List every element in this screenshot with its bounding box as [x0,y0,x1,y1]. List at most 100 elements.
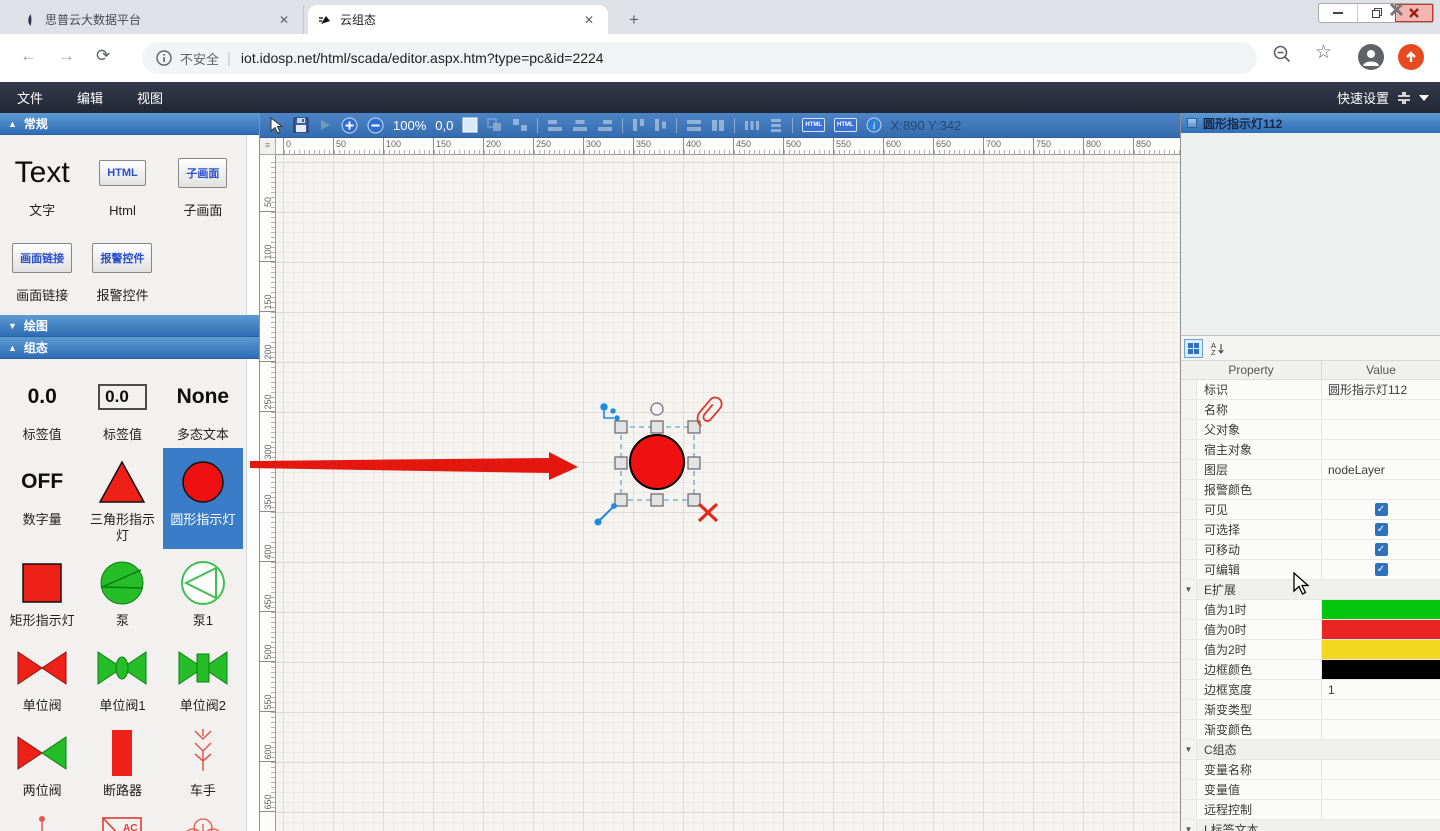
property-value[interactable] [1321,420,1440,439]
html2-icon[interactable]: HTML [834,118,857,132]
align-right-icon[interactable] [597,119,613,132]
ungroup-icon[interactable] [512,118,528,132]
design-canvas[interactable] [276,155,1180,831]
menu-view[interactable]: 视图 [120,88,180,107]
star-icon[interactable]: ☆ [1315,41,1332,64]
checkbox-checked-icon[interactable]: ✓ [1375,563,1388,576]
group-icon[interactable] [487,118,503,132]
menu-file[interactable]: 文件 [0,88,60,107]
back-icon[interactable]: ← [20,46,37,66]
palette-item[interactable]: ACDC逆变器 [82,804,162,831]
checkbox-checked-icon[interactable]: ✓ [1375,543,1388,556]
property-value[interactable] [1321,400,1440,419]
profile-icon[interactable] [1358,44,1384,70]
close-icon[interactable] [1395,4,1433,22]
property-value[interactable]: nodeLayer [1321,460,1440,479]
property-value[interactable]: 1 [1321,680,1440,699]
restore-icon[interactable] [1357,4,1395,22]
forward-icon[interactable]: → [58,46,75,66]
property-value[interactable]: 圆形指示灯112 [1321,380,1440,399]
property-value[interactable] [1321,800,1440,819]
circle-indicator-element[interactable] [630,435,684,489]
align-top-icon[interactable] [632,118,645,132]
tab-dashboard[interactable]: 思普云大数据平台 ✕ [14,5,304,34]
zoom-out-icon[interactable] [367,117,384,134]
property-value[interactable] [1321,700,1440,719]
palette-item[interactable]: 0.0标签值 [2,363,82,448]
play-icon[interactable] [318,118,332,132]
distribute-h-icon[interactable] [744,119,760,132]
property-value[interactable] [1321,660,1440,679]
close-icon[interactable]: ✕ [275,13,293,27]
reload-icon[interactable]: ⟳ [96,46,110,66]
color-swatch[interactable] [1322,640,1440,659]
color-swatch[interactable] [1322,620,1440,639]
palette-item[interactable]: 泵 [82,549,162,634]
minimize-icon[interactable] [1319,4,1357,22]
property-value[interactable]: ✓ [1321,520,1440,539]
property-value[interactable] [1321,600,1440,619]
property-value[interactable] [1321,440,1440,459]
palette-item[interactable]: 泵1 [163,549,243,634]
canvas-icon[interactable] [462,117,478,133]
property-value[interactable] [1321,760,1440,779]
categorized-view-icon[interactable] [1184,339,1203,358]
checkbox-checked-icon[interactable]: ✓ [1375,523,1388,536]
new-tab-button[interactable]: + [622,8,646,32]
paperclip-icon[interactable] [693,395,724,428]
color-swatch[interactable] [1322,660,1440,679]
scale-line-icon[interactable] [595,504,616,525]
palette-item[interactable]: 画面链接画面链接 [2,224,82,309]
palette-item[interactable]: 车手 [163,719,243,804]
palette-item[interactable]: 三角形指示灯 [82,448,162,549]
align-middle-icon[interactable] [654,118,667,132]
close-icon[interactable]: ✕ [580,13,598,27]
property-value[interactable]: ✓ [1321,540,1440,559]
property-value[interactable] [1321,620,1440,639]
palette-item[interactable]: 单位阀1 [82,634,162,719]
zoom-in-icon[interactable] [341,117,358,134]
palette-section-header[interactable]: ▲常规 [0,113,259,135]
palette-item[interactable]: 单位阀 [2,634,82,719]
palette-item[interactable]: 子画面子画面 [163,139,243,224]
palette-item[interactable]: 圆形指示灯 [163,448,243,549]
page-zoom-icon[interactable] [1272,44,1292,64]
palette-item[interactable]: HTMLHtml [82,139,162,224]
palette-item[interactable]: PT [163,804,243,831]
url-field[interactable]: 不安全 | iot.idosp.net/html/scada/editor.as… [142,42,1257,74]
palette-item[interactable]: 刀闸 [2,804,82,831]
palette-item[interactable]: 报警控件报警控件 [82,224,162,309]
tab-scada-editor[interactable]: 云组态 ✕ [308,5,608,34]
palette-section-header[interactable]: ▲组态 [0,337,259,359]
property-value[interactable] [1321,640,1440,659]
property-value[interactable]: ✓ [1321,560,1440,579]
palette-item[interactable]: 单位阀2 [163,634,243,719]
info-icon[interactable]: i [866,117,882,133]
palette-item[interactable]: 矩形指示灯 [2,549,82,634]
delete-x-icon[interactable] [699,504,717,521]
palette-item[interactable]: 0.0标签值 [82,363,162,448]
property-category-row[interactable]: ▼L标签文本 [1181,820,1440,831]
palette-item[interactable]: Text文字 [2,139,82,224]
checkbox-checked-icon[interactable]: ✓ [1375,503,1388,516]
quick-settings[interactable]: 快速设置 [1337,88,1440,107]
cursor-icon[interactable] [269,117,284,134]
html-icon[interactable]: HTML [802,118,825,132]
align-center-icon[interactable] [572,119,588,132]
distribute-v-icon[interactable] [769,118,783,132]
palette-section-header[interactable]: ▼绘图 [0,315,259,337]
palette-item[interactable]: 断路器 [82,719,162,804]
palette-item[interactable]: None多态文本 [163,363,243,448]
palette-item[interactable]: 两位阀 [2,719,82,804]
palette-item[interactable]: OFF数字量 [2,448,82,549]
menu-edit[interactable]: 编辑 [60,88,120,107]
align-left-icon[interactable] [547,119,563,132]
property-category-row[interactable]: ▼C组态 [1181,740,1440,760]
property-value[interactable]: ✓ [1321,500,1440,519]
same-width-icon[interactable] [686,119,702,132]
property-category-row[interactable]: ▼E扩展 [1181,580,1440,600]
update-icon[interactable] [1398,44,1424,70]
rotate-handle-icon[interactable] [651,403,663,415]
property-value[interactable] [1321,780,1440,799]
color-swatch[interactable] [1322,600,1440,619]
